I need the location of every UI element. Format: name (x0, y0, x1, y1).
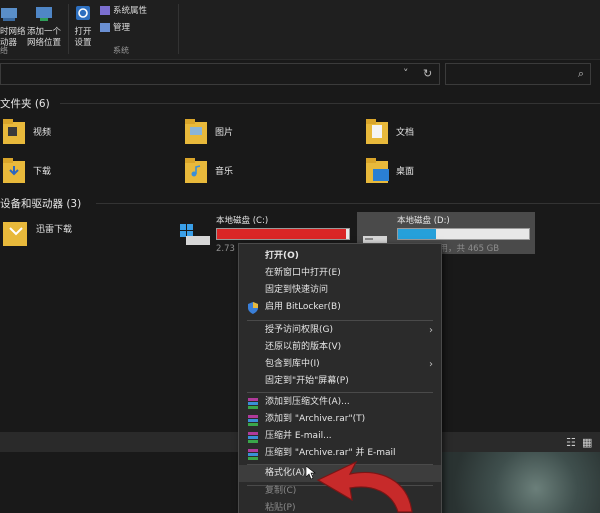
menu-item-grant-access[interactable]: 授予访问权限(G) › (239, 322, 441, 339)
menu-item-pin-quick-access[interactable]: 固定到快速访问 (239, 282, 441, 299)
folder-desktop[interactable]: 桌面 (365, 157, 505, 197)
winrar-icon (248, 415, 258, 426)
details-view-icon[interactable]: ☷ (566, 436, 576, 449)
device-xunlei-downloads[interactable]: 迅雷下载 (2, 218, 142, 258)
folder-downloads[interactable]: 下载 (2, 157, 142, 197)
folder-pictures[interactable]: 图片 (184, 118, 324, 158)
drive-d-usage-fill (398, 229, 436, 239)
folder-videos[interactable]: 视频 (2, 118, 142, 158)
winrar-icon (248, 449, 258, 460)
winrar-icon (248, 398, 258, 409)
menu-item-add-archive-rar[interactable]: 添加到 "Archive.rar"(T) (239, 411, 441, 428)
map-network-drive-button[interactable]: 时网络 动器 (0, 4, 26, 49)
network-location-icon (36, 7, 52, 21)
system-properties-icon (100, 6, 110, 15)
menu-item-pin-start[interactable]: 固定到"开始"屏幕(P) (239, 373, 441, 390)
submenu-arrow-icon: › (429, 359, 433, 370)
xunlei-folder-icon (3, 222, 27, 246)
desktop-folder-icon (366, 158, 389, 183)
document-folder-icon (366, 119, 388, 144)
music-folder-icon (185, 158, 207, 183)
folder-music[interactable]: 音乐 (184, 157, 324, 197)
menu-item-add-archive[interactable]: 添加到压缩文件(A)... (239, 394, 441, 411)
address-bar[interactable]: ˅ ↻ (0, 63, 440, 85)
menu-item-bitlocker[interactable]: 启用 BitLocker(B) (239, 299, 441, 316)
menu-item-restore-versions[interactable]: 还原以前的版本(V) (239, 339, 441, 356)
drive-c-usage-bar (216, 228, 350, 240)
devices-section-title[interactable]: 设备和驱动器 (3) (0, 196, 81, 211)
section-divider (96, 203, 600, 204)
add-network-location-button[interactable]: 添加一个 网络位置 (24, 4, 64, 49)
search-box[interactable]: ⌕ (445, 63, 591, 85)
video-folder-icon (3, 119, 25, 144)
open-settings-button[interactable]: 打开 设置 (70, 4, 96, 49)
drive-c-usage-fill (217, 229, 347, 239)
refresh-icon[interactable]: ↻ (423, 67, 432, 80)
gear-icon (76, 6, 90, 20)
network-drive-icon (1, 8, 17, 21)
desktop-wallpaper (440, 452, 600, 513)
system-drive-icon (180, 224, 210, 245)
folder-documents[interactable]: 文档 (365, 118, 505, 158)
folders-section-title[interactable]: 文件夹 (6) (0, 96, 50, 111)
menu-item-open-new-window[interactable]: 在新窗口中打开(E) (239, 265, 441, 282)
menu-item-open[interactable]: 打开(O) (239, 248, 441, 265)
section-divider (60, 103, 600, 104)
large-icons-view-icon[interactable]: ▦ (582, 436, 592, 449)
winrar-icon (248, 432, 258, 443)
manage-icon (100, 23, 110, 32)
drive-d-usage-bar (397, 228, 530, 240)
submenu-arrow-icon: › (429, 325, 433, 336)
download-folder-icon (3, 158, 25, 183)
search-icon: ⌕ (577, 67, 584, 80)
address-dropdown-icon[interactable]: ˅ (403, 67, 409, 80)
menu-item-include-library[interactable]: 包含到库中(I) › (239, 356, 441, 373)
manage-button[interactable]: 管理 (100, 23, 130, 34)
ribbon: 时网络 动器 添加一个 网络位置 络 打开 设置 系统属性 管理 系统 (0, 0, 600, 60)
picture-folder-icon (185, 119, 207, 144)
system-properties-button[interactable]: 系统属性 (100, 6, 147, 17)
annotation-arrow-icon (316, 460, 413, 513)
shield-icon (248, 302, 258, 314)
